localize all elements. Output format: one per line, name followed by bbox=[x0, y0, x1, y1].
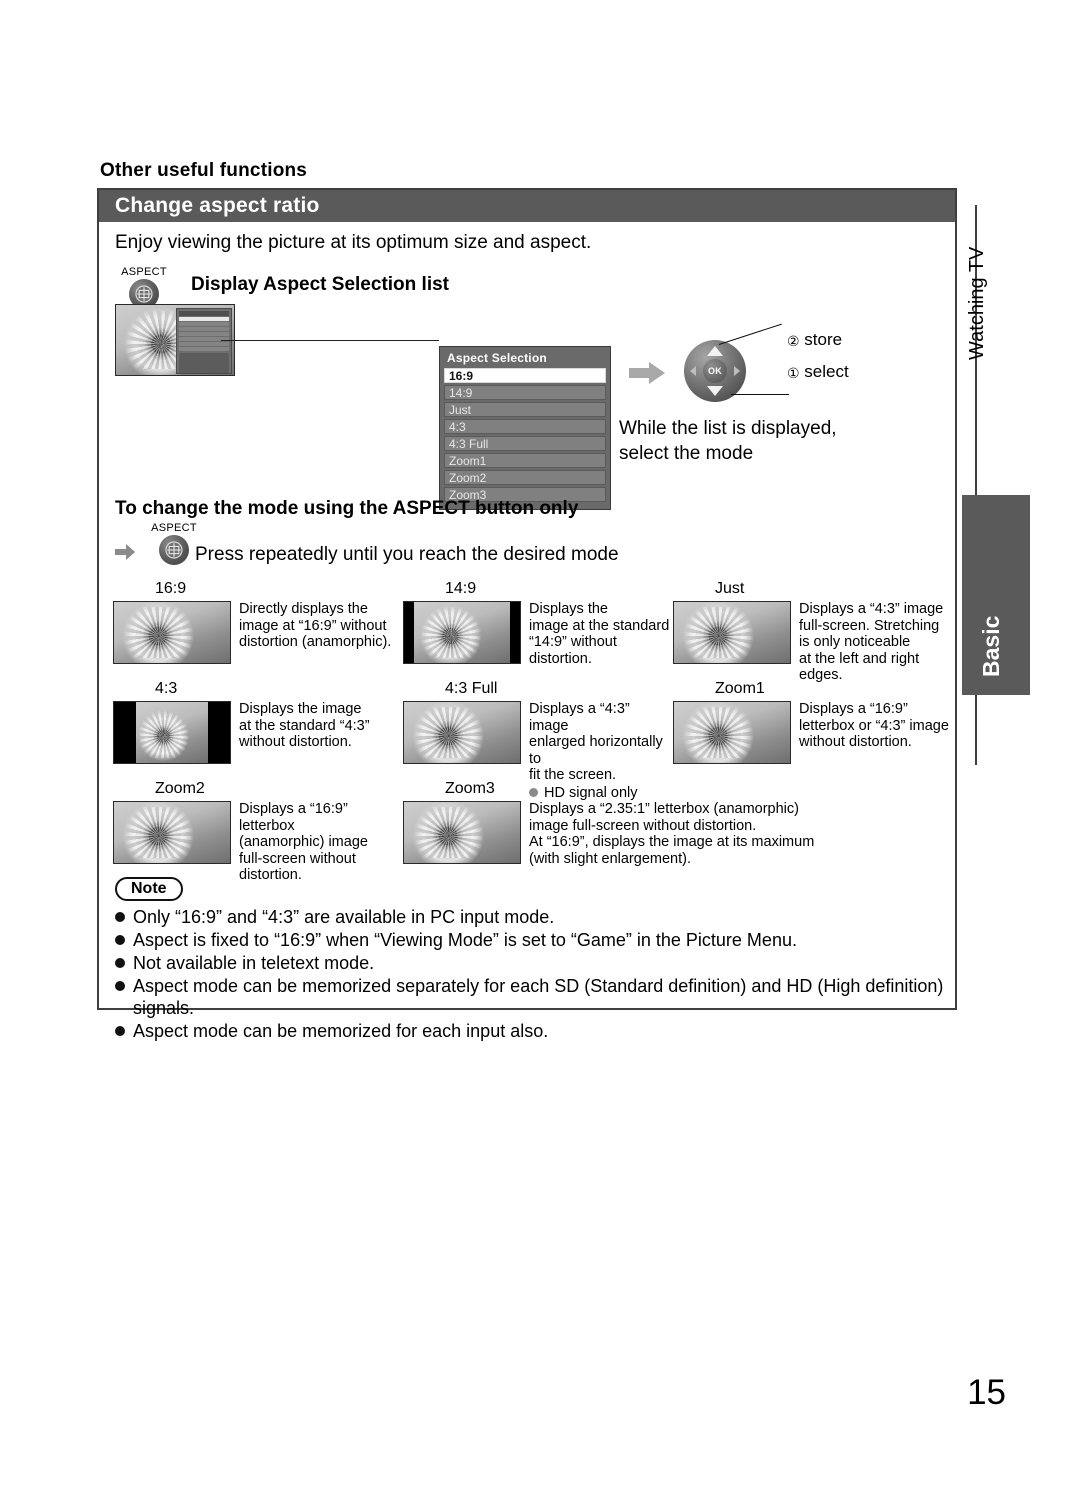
osd-item-4-3-full[interactable]: 4:3 Full bbox=[444, 436, 606, 451]
cursor-down-icon[interactable] bbox=[707, 386, 723, 396]
section-kicker: Other useful functions bbox=[100, 160, 308, 181]
mode-card-14-9: 14:9 Displays the image at the standard … bbox=[403, 580, 673, 667]
intro-text: Enjoy viewing the picture at its optimum… bbox=[115, 232, 592, 253]
while-list-displayed-text: While the list is displayed, select the … bbox=[619, 418, 837, 464]
mode-thumbnail bbox=[113, 601, 231, 664]
box-body: Enjoy viewing the picture at its optimum… bbox=[99, 222, 955, 1041]
note-item: Aspect mode can be memorized separately … bbox=[115, 975, 945, 1019]
mode-thumbnail bbox=[403, 701, 521, 764]
aspect-button-only-heading: To change the mode using the ASPECT butt… bbox=[115, 498, 579, 519]
display-aspect-list-label: Display Aspect Selection list bbox=[191, 274, 449, 295]
osd-item-4-3[interactable]: 4:3 bbox=[444, 419, 606, 434]
bullet-icon bbox=[115, 981, 125, 991]
mode-title: 16:9 bbox=[155, 580, 187, 597]
mode-title: 4:3 Full bbox=[445, 680, 498, 697]
mode-card-16-9: 16:9 Directly displays the image at “16:… bbox=[113, 580, 403, 664]
mode-thumbnail bbox=[403, 801, 521, 864]
mode-title: 14:9 bbox=[445, 580, 477, 597]
aspect-button-caption: ASPECT bbox=[121, 266, 167, 278]
mode-card-just: Just Displays a “4:3” image full-screen.… bbox=[673, 580, 953, 684]
sidebar-chapter-label: Watching TV bbox=[966, 246, 988, 360]
mode-card-zoom3: Zoom3 Displays a “2.35:1” letterbox (ana… bbox=[403, 780, 963, 867]
manual-page: Other useful functions Change aspect rat… bbox=[0, 0, 1080, 1491]
mode-description: Displays the image at the standard “14:9… bbox=[529, 601, 670, 667]
cursor-pad[interactable]: OK bbox=[684, 340, 746, 402]
aspect-button-caption-2: ASPECT bbox=[151, 522, 197, 534]
mode-thumbnail bbox=[673, 701, 791, 764]
press-repeatedly-text: Press repeatedly until you reach the des… bbox=[195, 544, 619, 565]
mode-description: Displays a “4:3” image enlarged horizont… bbox=[529, 701, 663, 783]
aspect-selection-osd: Aspect Selection 16:9 14:9 Just 4:3 4:3 … bbox=[439, 346, 611, 510]
note-item-text: Aspect mode can be memorized for each in… bbox=[133, 1021, 549, 1041]
note-badge: Note bbox=[115, 877, 183, 901]
cursor-pad-group[interactable]: OK bbox=[684, 340, 746, 402]
note-block: Note Only “16:9” and “4:3” are available… bbox=[115, 877, 945, 1043]
store-step-number: ② bbox=[787, 332, 800, 349]
page-number: 15 bbox=[967, 1373, 1006, 1412]
tv-osd-mini bbox=[176, 308, 232, 374]
sidebar-tab-basic[interactable]: Basic bbox=[962, 495, 1030, 695]
press-arrow-icon bbox=[115, 544, 135, 564]
osd-item-14-9[interactable]: 14:9 bbox=[444, 385, 606, 400]
note-item: Aspect is fixed to “16:9” when “Viewing … bbox=[115, 929, 945, 951]
mode-description: Displays a “4:3” image full-screen. Stre… bbox=[799, 601, 944, 683]
store-leader-line bbox=[718, 323, 782, 345]
mode-thumbnail bbox=[403, 601, 521, 664]
bullet-icon bbox=[115, 958, 125, 968]
callout-line bbox=[221, 340, 439, 341]
store-label-text: store bbox=[804, 330, 843, 349]
note-item-text: Aspect is fixed to “16:9” when “Viewing … bbox=[133, 930, 797, 950]
aspect-icon-2 bbox=[159, 535, 189, 565]
bullet-icon bbox=[115, 935, 125, 945]
osd-title: Aspect Selection bbox=[447, 351, 547, 365]
box-header-title: Change aspect ratio bbox=[99, 190, 955, 222]
mode-thumbnail bbox=[113, 801, 231, 864]
select-leader-line bbox=[731, 394, 789, 395]
cursor-right-icon[interactable] bbox=[734, 366, 740, 376]
bullet-icon bbox=[115, 1026, 125, 1036]
cursor-up-icon[interactable] bbox=[707, 346, 723, 356]
mode-thumbnail bbox=[673, 601, 791, 664]
note-item: Not available in teletext mode. bbox=[115, 952, 945, 974]
mode-description: Displays a “2.35:1” letterbox (anamorphi… bbox=[529, 801, 815, 867]
note-item-text: Aspect mode can be memorized separately … bbox=[133, 976, 944, 1018]
bullet-icon bbox=[115, 912, 125, 922]
step-arrow-icon bbox=[629, 362, 665, 384]
mode-card-4-3: 4:3 Displays the image at the standard “… bbox=[113, 680, 403, 764]
note-item: Only “16:9” and “4:3” are available in P… bbox=[115, 906, 945, 928]
note-item-text: Only “16:9” and “4:3” are available in P… bbox=[133, 907, 555, 927]
mode-description: Displays the image at the standard “4:3”… bbox=[239, 701, 370, 750]
content-box: Change aspect ratio Enjoy viewing the pi… bbox=[97, 188, 957, 1041]
osd-item-just[interactable]: Just bbox=[444, 402, 606, 417]
sidebar-tab-label: Basic bbox=[978, 615, 1004, 677]
cursor-left-icon[interactable] bbox=[690, 366, 696, 376]
mode-description: Displays a “16:9” letterbox or “4:3” ima… bbox=[799, 701, 949, 750]
osd-item-zoom2[interactable]: Zoom2 bbox=[444, 470, 606, 485]
tv-screen-thumbnail bbox=[115, 304, 235, 376]
mode-description: Directly displays the image at “16:9” wi… bbox=[239, 601, 392, 650]
note-item: Aspect mode can be memorized for each in… bbox=[115, 1020, 945, 1042]
mode-title: Zoom2 bbox=[155, 780, 205, 797]
store-label: ② store bbox=[787, 330, 842, 350]
mode-thumbnail bbox=[113, 701, 231, 764]
select-label: ① select bbox=[787, 362, 849, 382]
mode-description: Displays a “16:9” letterbox (anamorphic)… bbox=[239, 801, 368, 883]
mode-title: Zoom3 bbox=[445, 780, 495, 797]
mode-card-zoom2: Zoom2 Displays a “16:9” letterbox (anamo… bbox=[113, 780, 403, 884]
select-label-text: select bbox=[804, 362, 849, 381]
osd-item-16-9[interactable]: 16:9 bbox=[444, 368, 606, 383]
mode-title: 4:3 bbox=[155, 680, 178, 697]
mode-title: Just bbox=[715, 580, 745, 597]
mode-card-zoom1: Zoom1 Displays a “16:9” letterbox or “4:… bbox=[673, 680, 953, 764]
note-item-text: Not available in teletext mode. bbox=[133, 953, 375, 973]
osd-item-zoom1[interactable]: Zoom1 bbox=[444, 453, 606, 468]
ok-button[interactable]: OK bbox=[703, 359, 727, 383]
mode-title: Zoom1 bbox=[715, 680, 765, 697]
select-step-number: ① bbox=[787, 364, 800, 381]
